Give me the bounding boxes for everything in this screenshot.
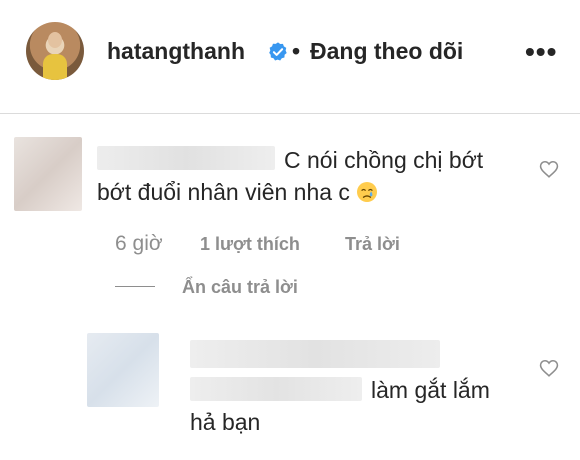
commenter-username-blurred[interactable] [97, 146, 275, 170]
verified-badge-icon [269, 42, 287, 61]
post-header: hatangthanh • Đang theo dõi ••• [0, 0, 580, 113]
comment-text-line: C nói chồng chị bớt [284, 147, 484, 173]
reply-mention-blurred[interactable] [190, 377, 362, 401]
hide-replies-button[interactable]: Ẩn câu trả lời [182, 277, 298, 298]
username-link[interactable]: hatangthanh [107, 38, 245, 65]
more-options-icon[interactable]: ••• [525, 36, 557, 68]
like-comment-heart-icon[interactable] [538, 158, 560, 180]
comment-text-line-2: bớt đuổi nhân viên nha c [97, 176, 378, 208]
crying-face-emoji-icon [356, 182, 377, 202]
like-reply-heart-icon[interactable] [538, 357, 560, 379]
profile-avatar[interactable] [26, 22, 84, 80]
following-button[interactable]: Đang theo dõi [310, 38, 463, 65]
header-divider [0, 113, 580, 114]
comment-likes-count[interactable]: 1 lượt thích [200, 234, 300, 255]
separator-dot: • [292, 38, 301, 64]
reply-text-line-2: hả bạn [190, 409, 261, 435]
avatar-dress [43, 54, 67, 80]
commenter-avatar-blurred[interactable] [14, 137, 82, 211]
comment-timestamp[interactable]: 6 giờ [115, 232, 163, 256]
reply-button[interactable]: Trả lời [345, 234, 400, 255]
comment-text: bớt đuổi nhân viên nha c [97, 179, 350, 205]
avatar-head [48, 32, 62, 48]
replies-line-divider [115, 286, 155, 287]
reply-username-blurred[interactable] [190, 340, 440, 368]
reply-text-line: làm gắt lắm [371, 377, 490, 403]
reply-avatar-blurred[interactable] [87, 333, 159, 407]
